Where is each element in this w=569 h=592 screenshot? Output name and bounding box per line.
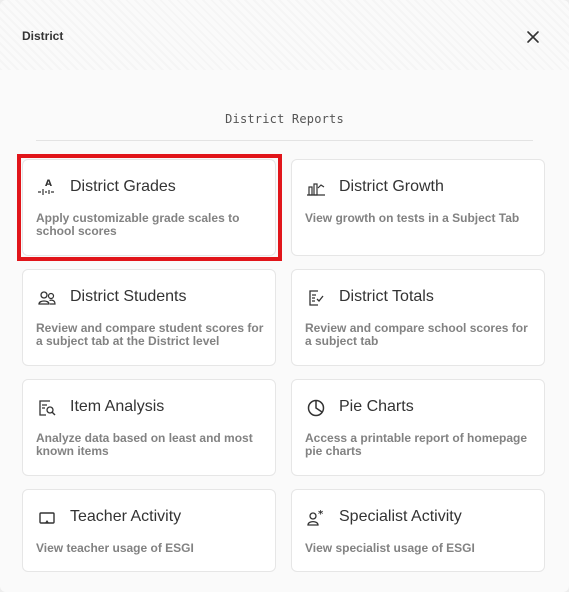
monitor-icon xyxy=(37,508,57,528)
svg-text:*: * xyxy=(318,509,324,520)
modal-title: District xyxy=(22,29,64,43)
specialist-icon: * xyxy=(306,508,326,528)
district-grades-card[interactable]: A District Grades Apply customizable gra… xyxy=(22,159,276,256)
svg-text:A: A xyxy=(45,179,52,189)
card-description: View growth on tests in a Subject Tab xyxy=(305,211,520,225)
close-icon xyxy=(527,31,539,43)
district-totals-card[interactable]: District Totals Review and compare schoo… xyxy=(291,269,545,366)
district-growth-card[interactable]: District Growth View growth on tests in … xyxy=(291,159,545,256)
card-description: View teacher usage of ESGI xyxy=(36,541,194,555)
specialist-activity-card[interactable]: * Specialist Activity View specialist us… xyxy=(291,489,545,572)
card-title: District Totals xyxy=(339,288,434,305)
card-title: District Growth xyxy=(339,178,444,195)
card-description: Analyze data based on least and most kno… xyxy=(36,431,253,458)
card-description: View specialist usage of ESGI xyxy=(305,541,475,555)
card-title: Specialist Activity xyxy=(339,508,462,525)
card-description: Apply customizable grade scales to schoo… xyxy=(36,211,240,238)
card-title: Pie Charts xyxy=(339,398,414,415)
card-description: Access a printable report of homepage pi… xyxy=(305,431,528,458)
card-title: Item Analysis xyxy=(70,398,165,415)
document-search-icon xyxy=(37,398,57,418)
students-icon xyxy=(37,288,57,308)
district-reports-modal: District District Reports A District Gra… xyxy=(0,0,569,592)
teacher-activity-card[interactable]: Teacher Activity View teacher usage of E… xyxy=(22,489,276,572)
grade-scale-icon: A xyxy=(37,178,57,198)
district-students-card[interactable]: District Students Review and compare stu… xyxy=(22,269,276,366)
pie-charts-card[interactable]: Pie Charts Access a printable report of … xyxy=(291,379,545,476)
item-analysis-card[interactable]: Item Analysis Analyze data based on leas… xyxy=(22,379,276,476)
growth-chart-icon xyxy=(306,178,326,198)
card-title: District Students xyxy=(70,288,187,305)
section-title: District Reports xyxy=(225,112,344,126)
section-divider xyxy=(36,140,533,141)
header-background xyxy=(0,0,569,70)
card-description: Review and compare student scores for a … xyxy=(36,321,264,348)
card-description: Review and compare school scores for a s… xyxy=(305,321,528,348)
card-title: District Grades xyxy=(70,178,176,195)
close-button[interactable] xyxy=(522,26,544,48)
card-title: Teacher Activity xyxy=(70,508,182,525)
pie-chart-icon xyxy=(306,398,326,418)
checklist-icon xyxy=(306,288,326,308)
